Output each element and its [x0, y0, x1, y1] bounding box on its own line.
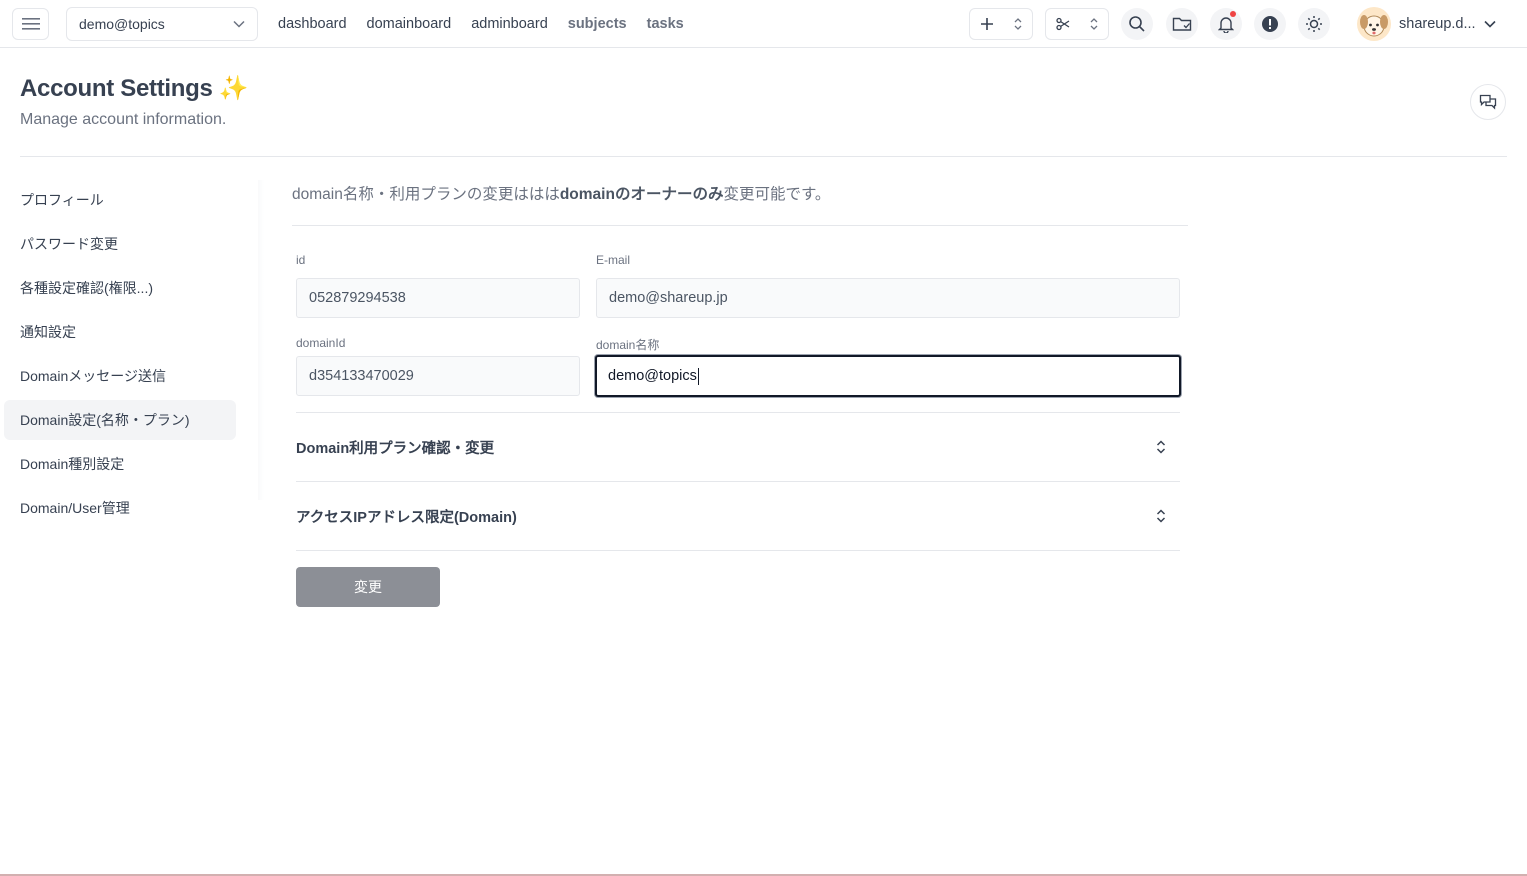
hamburger-icon — [21, 18, 40, 30]
sidebar-shadow — [258, 180, 264, 500]
accordion-ip-restriction[interactable]: アクセスIPアドレス限定(Domain) — [296, 481, 1180, 550]
sidebar-item-notifications[interactable]: 通知設定 — [4, 312, 236, 352]
nav-dashboard[interactable]: dashboard — [278, 16, 347, 32]
sidebar-item-domain-user-admin[interactable]: Domain/User管理 — [4, 488, 236, 528]
up-down-chevron-icon — [1090, 18, 1098, 30]
owner-only-notice: domain名称・利用プランの変更はははdomainのオーナーのみ変更可能です。 — [292, 182, 830, 204]
page-subtitle: Manage account information. — [20, 111, 227, 128]
sidebar-item-permissions[interactable]: 各種設定確認(権限...) — [4, 268, 236, 308]
sidebar-item-domain-settings[interactable]: Domain設定(名称・プラン) — [4, 400, 236, 440]
accordion-plan-label: Domain利用プラン確認・変更 — [296, 440, 495, 457]
menu-button[interactable] — [12, 8, 49, 40]
up-down-chevron-icon — [1014, 18, 1022, 30]
theme-toggle-button[interactable] — [1298, 8, 1330, 40]
email-label: E-mail — [596, 253, 631, 267]
notification-dot — [1230, 11, 1236, 17]
alert-circle-icon — [1262, 16, 1278, 32]
notice-bold: domainのオーナーのみ — [559, 186, 724, 203]
plus-icon — [981, 18, 993, 30]
nav-domainboard[interactable]: domainboard — [367, 16, 452, 32]
notice-prefix: domain名称・利用プランの変更ははは — [292, 186, 560, 203]
search-icon — [1129, 16, 1145, 32]
bell-icon — [1218, 17, 1234, 33]
main-nav: dashboard domainboard adminboard subject… — [278, 0, 684, 48]
settings-sidebar: プロフィール パスワード変更 各種設定確認(権限...) 通知設定 Domain… — [4, 180, 236, 532]
notice-divider — [292, 225, 1188, 226]
accordion-plan[interactable]: Domain利用プラン確認・変更 — [296, 412, 1180, 481]
scissors-icon — [1056, 17, 1070, 31]
accordion-divider — [296, 550, 1180, 551]
text-caret — [697, 367, 699, 385]
shortcut-menu-button[interactable] — [1045, 8, 1109, 40]
change-button[interactable]: 変更 — [296, 567, 440, 607]
top-bar: demo@topics dashboard domainboard adminb… — [0, 0, 1527, 48]
sun-icon — [1306, 16, 1322, 32]
nav-tasks[interactable]: tasks — [647, 16, 684, 32]
domain-name-input[interactable]: demo@topics — [595, 355, 1181, 397]
page-title: Account Settings ✨ — [20, 75, 249, 102]
sidebar-item-domain-message[interactable]: Domainメッセージ送信 — [4, 356, 236, 396]
folder-button[interactable] — [1166, 8, 1198, 40]
dog-avatar-icon — [1360, 15, 1388, 37]
up-down-chevron-icon — [1156, 509, 1166, 523]
user-menu[interactable]: shareup.d... — [1357, 6, 1496, 42]
sidebar-item-domain-type[interactable]: Domain種別設定 — [4, 444, 236, 484]
chevron-down-icon — [1484, 20, 1496, 28]
email-field[interactable]: demo@shareup.jp — [596, 278, 1180, 318]
sidebar-item-profile[interactable]: プロフィール — [4, 180, 236, 220]
folder-icon — [1172, 17, 1192, 31]
avatar — [1357, 7, 1391, 41]
domain-selector-value: demo@topics — [79, 16, 165, 32]
chevron-down-icon — [233, 20, 245, 28]
search-button[interactable] — [1121, 8, 1153, 40]
chat-button[interactable] — [1470, 84, 1506, 120]
alert-button[interactable] — [1254, 8, 1286, 40]
nav-adminboard[interactable]: adminboard — [471, 16, 548, 32]
notification-button[interactable] — [1210, 8, 1242, 40]
id-label: id — [296, 253, 306, 267]
nav-subjects[interactable]: subjects — [568, 16, 627, 32]
id-field[interactable]: 052879294538 — [296, 278, 580, 318]
domain-name-label: domain名称 — [596, 338, 660, 352]
add-menu-button[interactable] — [969, 8, 1033, 40]
domain-id-field[interactable]: d354133470029 — [296, 356, 580, 396]
chat-bubbles-icon — [1479, 94, 1497, 110]
header-divider — [20, 156, 1507, 157]
notice-suffix: 変更可能です。 — [723, 186, 831, 203]
domain-id-label: domainId — [296, 336, 346, 350]
sidebar-item-password[interactable]: パスワード変更 — [4, 224, 236, 264]
domain-selector[interactable]: demo@topics — [66, 7, 258, 41]
accordion-ip-label: アクセスIPアドレス限定(Domain) — [296, 509, 517, 526]
user-name: shareup.d... — [1399, 16, 1476, 32]
domain-name-value: demo@topics — [608, 368, 697, 384]
up-down-chevron-icon — [1156, 440, 1166, 454]
